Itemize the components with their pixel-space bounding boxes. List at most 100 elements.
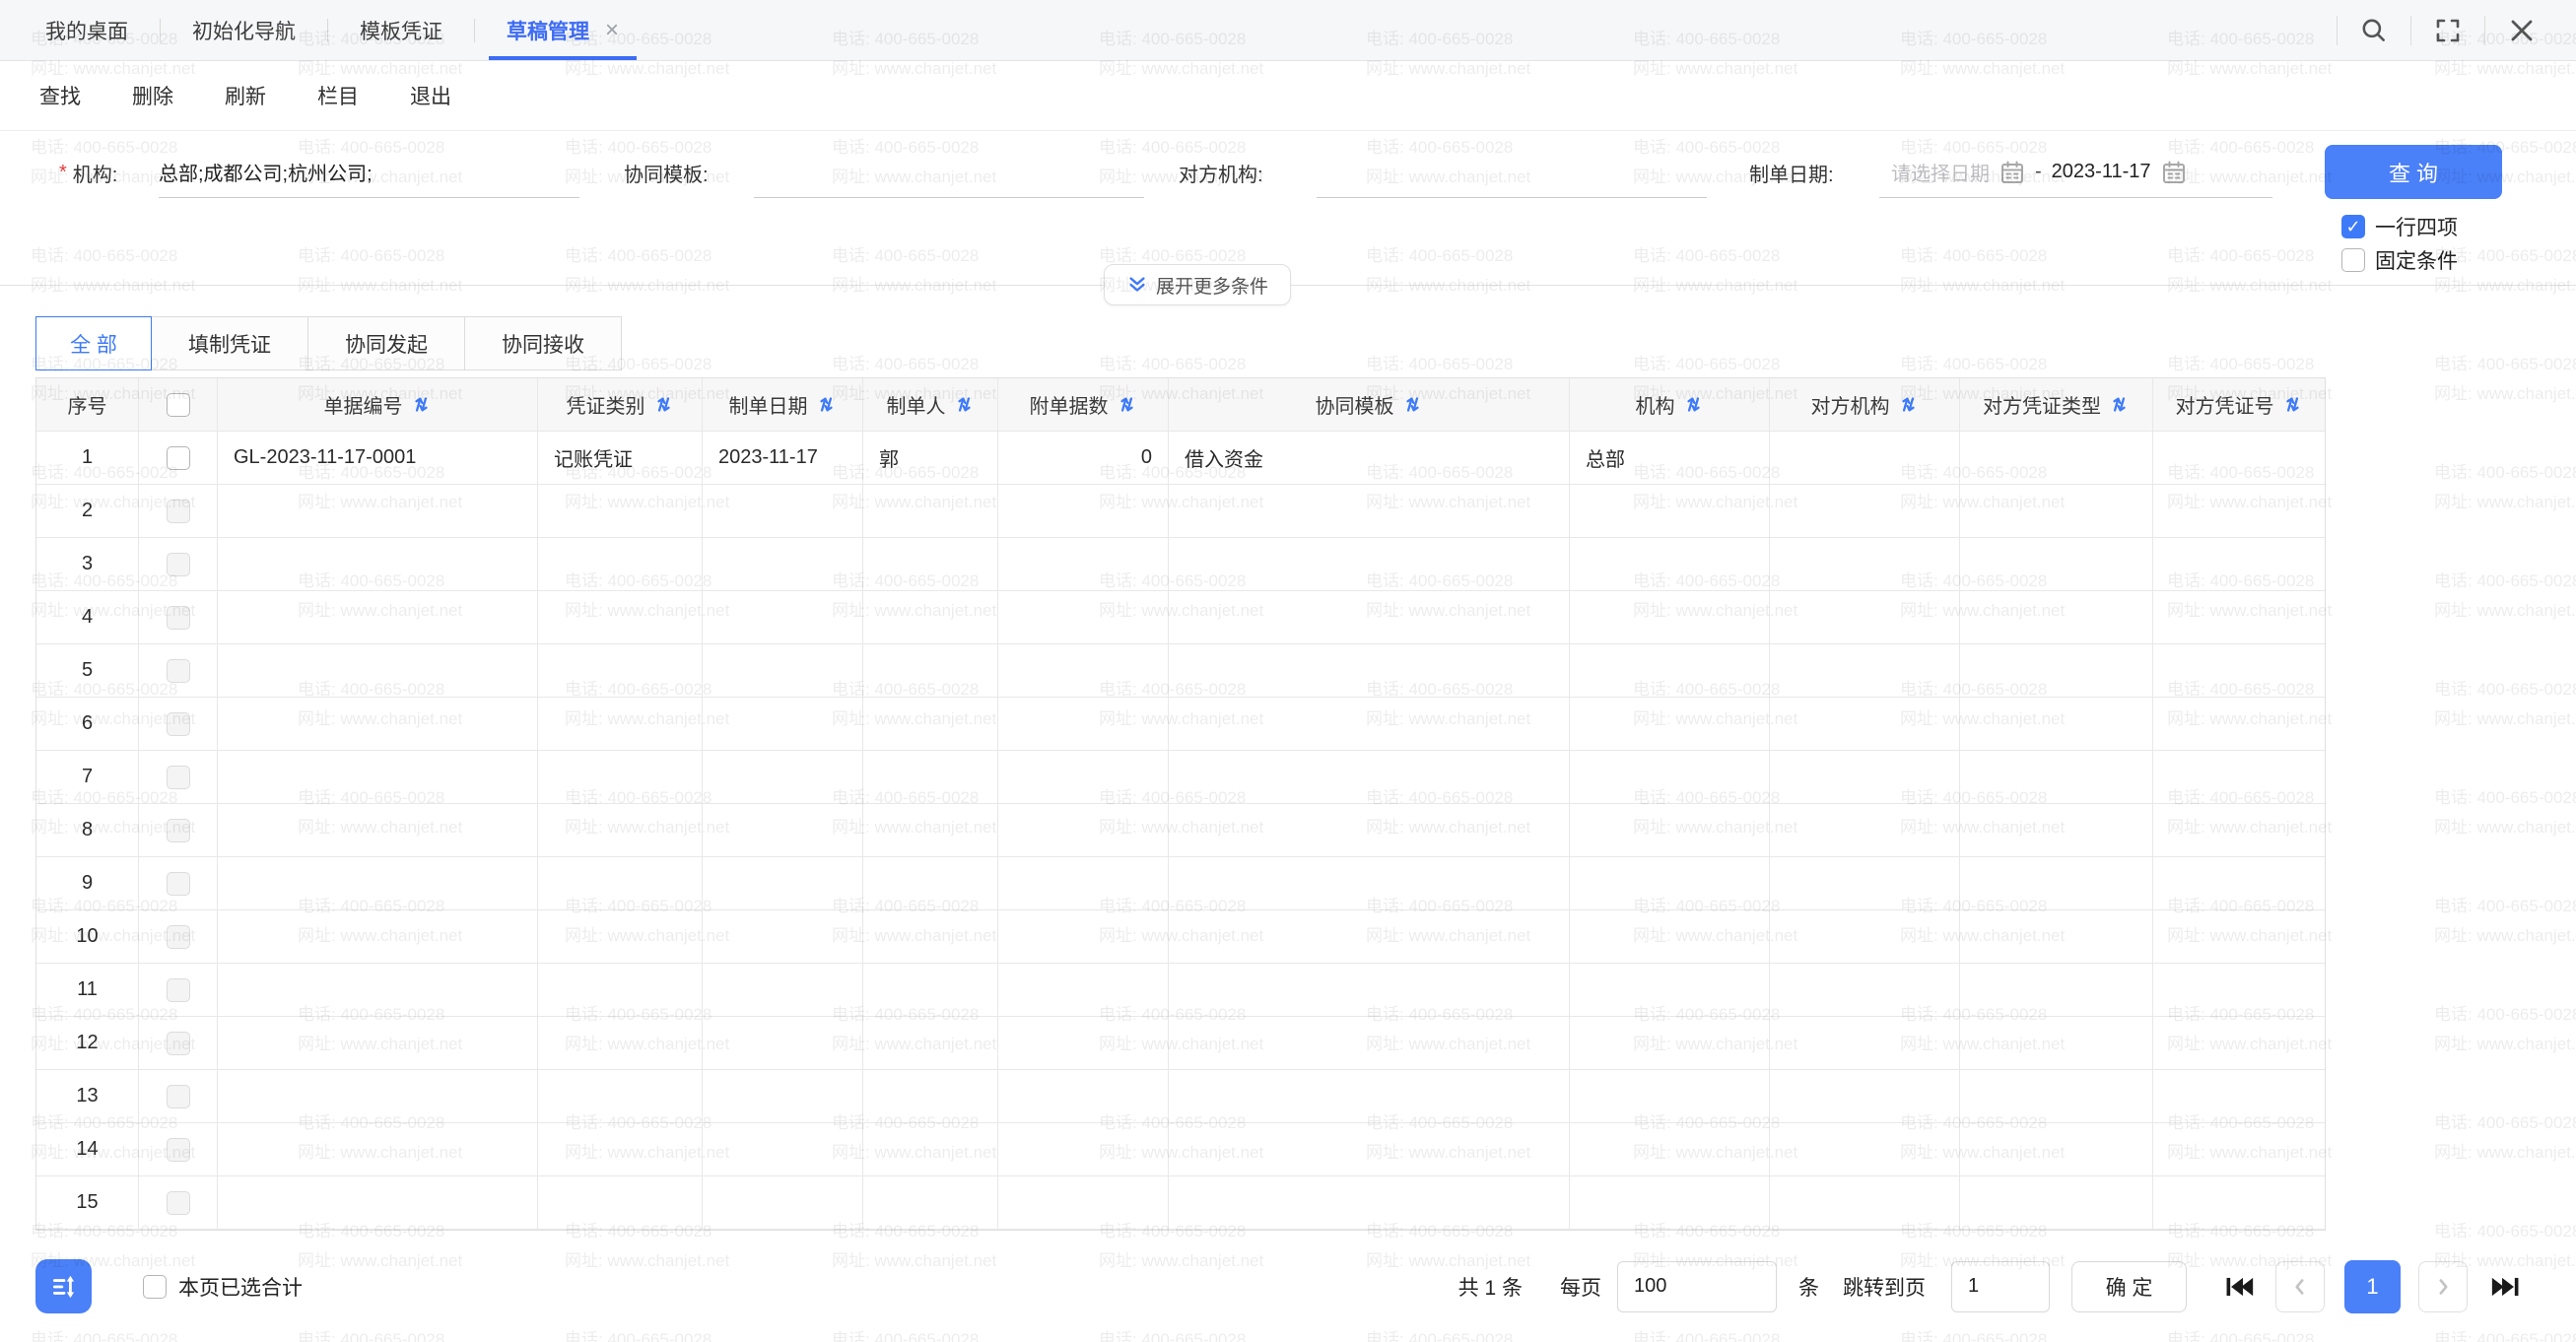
column-header-机构[interactable]: 机构: [1570, 378, 1770, 432]
cell-counter_voucher_no: [2153, 857, 2325, 910]
cell-attach_count: [998, 538, 1169, 591]
cell-counter_voucher_type: [1960, 1070, 2153, 1123]
toolbar-刷新[interactable]: 刷新: [225, 81, 266, 110]
table-row: 12: [36, 1017, 2325, 1070]
sort-icon[interactable]: [816, 394, 837, 415]
cell-make_date: [703, 591, 863, 644]
next-page-button[interactable]: [2418, 1261, 2468, 1312]
cell-maker: [863, 1123, 998, 1176]
filter-option-固定条件[interactable]: 固定条件: [2341, 245, 2458, 275]
toolbar-栏目[interactable]: 栏目: [317, 81, 359, 110]
tab-初始化导航[interactable]: 初始化导航: [174, 0, 313, 60]
expand-more-button[interactable]: 展开更多条件: [1104, 264, 1291, 305]
current-page[interactable]: 1: [2344, 1260, 2401, 1313]
row-height-button[interactable]: [35, 1259, 92, 1313]
view-tab-协同接收[interactable]: 协同接收: [464, 316, 622, 370]
cell-seq: 4: [36, 591, 139, 644]
cell-counter_voucher_type: [1960, 591, 2153, 644]
tab-close-icon[interactable]: ×: [605, 19, 619, 42]
toolbar-退出[interactable]: 退出: [410, 81, 451, 110]
jump-input[interactable]: [1951, 1261, 2050, 1312]
row-checkbox[interactable]: [167, 925, 190, 949]
sort-icon[interactable]: [1402, 394, 1423, 415]
view-tab-填制凭证[interactable]: 填制凭证: [151, 316, 308, 370]
column-header-对方机构[interactable]: 对方机构: [1770, 378, 1960, 432]
column-header-协同模板[interactable]: 协同模板: [1169, 378, 1570, 432]
cell-maker: [863, 751, 998, 804]
row-checkbox[interactable]: [167, 978, 190, 1002]
calendar-icon[interactable]: [2161, 160, 2187, 185]
row-checkbox[interactable]: [167, 1138, 190, 1162]
tabbar-actions: [2315, 16, 2537, 45]
column-header-单据编号[interactable]: 单据编号: [218, 378, 538, 432]
confirm-button[interactable]: 确 定: [2071, 1261, 2187, 1312]
cell-voucher_no: [218, 804, 538, 857]
view-tab-全部[interactable]: 全 部: [35, 316, 152, 370]
row-checkbox[interactable]: [167, 446, 190, 470]
row-checkbox[interactable]: [167, 819, 190, 842]
cell-collab_template: [1169, 1070, 1570, 1123]
tab-草稿管理[interactable]: 草稿管理×: [489, 0, 637, 60]
select-all-checkbox[interactable]: [167, 393, 190, 417]
sort-icon[interactable]: [2282, 394, 2303, 415]
cell-org: [1570, 698, 1770, 751]
sort-icon[interactable]: [954, 394, 975, 415]
row-checkbox[interactable]: [167, 712, 190, 736]
search-icon[interactable]: [2359, 16, 2389, 45]
row-checkbox[interactable]: [167, 606, 190, 630]
toolbar-查找[interactable]: 查找: [39, 81, 81, 110]
tab-模板凭证[interactable]: 模板凭证: [342, 0, 460, 60]
checked-checkbox[interactable]: [2341, 215, 2365, 238]
cell-counter_voucher_type: [1960, 1017, 2153, 1070]
end-date-value[interactable]: 2023-11-17: [2052, 161, 2151, 183]
tab-我的桌面[interactable]: 我的桌面: [28, 0, 146, 60]
column-header-对方凭证号[interactable]: 对方凭证号: [2153, 378, 2325, 432]
org-input[interactable]: 总部;成都公司;杭州公司;: [159, 147, 579, 198]
first-page-button[interactable]: [2220, 1268, 2258, 1306]
unchecked-checkbox[interactable]: [2341, 248, 2365, 272]
row-checkbox[interactable]: [167, 1032, 190, 1055]
row-checkbox[interactable]: [167, 1191, 190, 1215]
cell-collab_template: [1169, 964, 1570, 1017]
template-input[interactable]: [754, 147, 1144, 198]
last-page-button[interactable]: [2487, 1268, 2525, 1306]
sort-icon[interactable]: [653, 394, 674, 415]
sort-icon[interactable]: [1683, 394, 1704, 415]
column-header-制单人[interactable]: 制单人: [863, 378, 998, 432]
sort-icon[interactable]: [1898, 394, 1919, 415]
row-checkbox[interactable]: [167, 766, 190, 789]
view-tab-协同发起[interactable]: 协同发起: [307, 316, 465, 370]
sort-icon[interactable]: [2109, 394, 2130, 415]
column-header-制单日期[interactable]: 制单日期: [703, 378, 863, 432]
column-header-附单据数[interactable]: 附单据数: [998, 378, 1169, 432]
start-date-placeholder[interactable]: 请选择日期: [1891, 158, 1990, 186]
row-checkbox[interactable]: [167, 553, 190, 576]
cell-seq: 12: [36, 1017, 139, 1070]
counter-org-input[interactable]: [1317, 147, 1707, 198]
date-range-input[interactable]: 请选择日期 - 2023-11-17: [1879, 147, 2272, 198]
close-icon[interactable]: [2507, 16, 2537, 45]
prev-page-button[interactable]: [2275, 1261, 2325, 1312]
page-total-checkbox[interactable]: 本页已选合计: [143, 1272, 303, 1302]
column-label: 制单日期: [729, 390, 808, 419]
cell-maker: [863, 1070, 998, 1123]
cell-maker: [863, 857, 998, 910]
calendar-icon[interactable]: [2000, 160, 2025, 185]
row-checkbox[interactable]: [167, 500, 190, 523]
unchecked-checkbox[interactable]: [143, 1275, 167, 1299]
fullscreen-icon[interactable]: [2433, 16, 2463, 45]
per-page-input[interactable]: [1617, 1261, 1777, 1312]
toolbar-删除[interactable]: 删除: [132, 81, 173, 110]
filter-option-一行四项[interactable]: 一行四项: [2341, 212, 2458, 241]
tab-label: 我的桌面: [45, 16, 128, 45]
column-header-凭证类别[interactable]: 凭证类别: [538, 378, 703, 432]
row-checkbox[interactable]: [167, 659, 190, 683]
query-button[interactable]: 查 询: [2325, 145, 2502, 199]
sort-icon[interactable]: [1117, 394, 1137, 415]
date-range-separator: -: [2035, 161, 2042, 183]
row-checkbox[interactable]: [167, 1085, 190, 1108]
separator: [2337, 16, 2338, 45]
column-header-对方凭证类型[interactable]: 对方凭证类型: [1960, 378, 2153, 432]
row-checkbox[interactable]: [167, 872, 190, 896]
sort-icon[interactable]: [411, 394, 432, 415]
